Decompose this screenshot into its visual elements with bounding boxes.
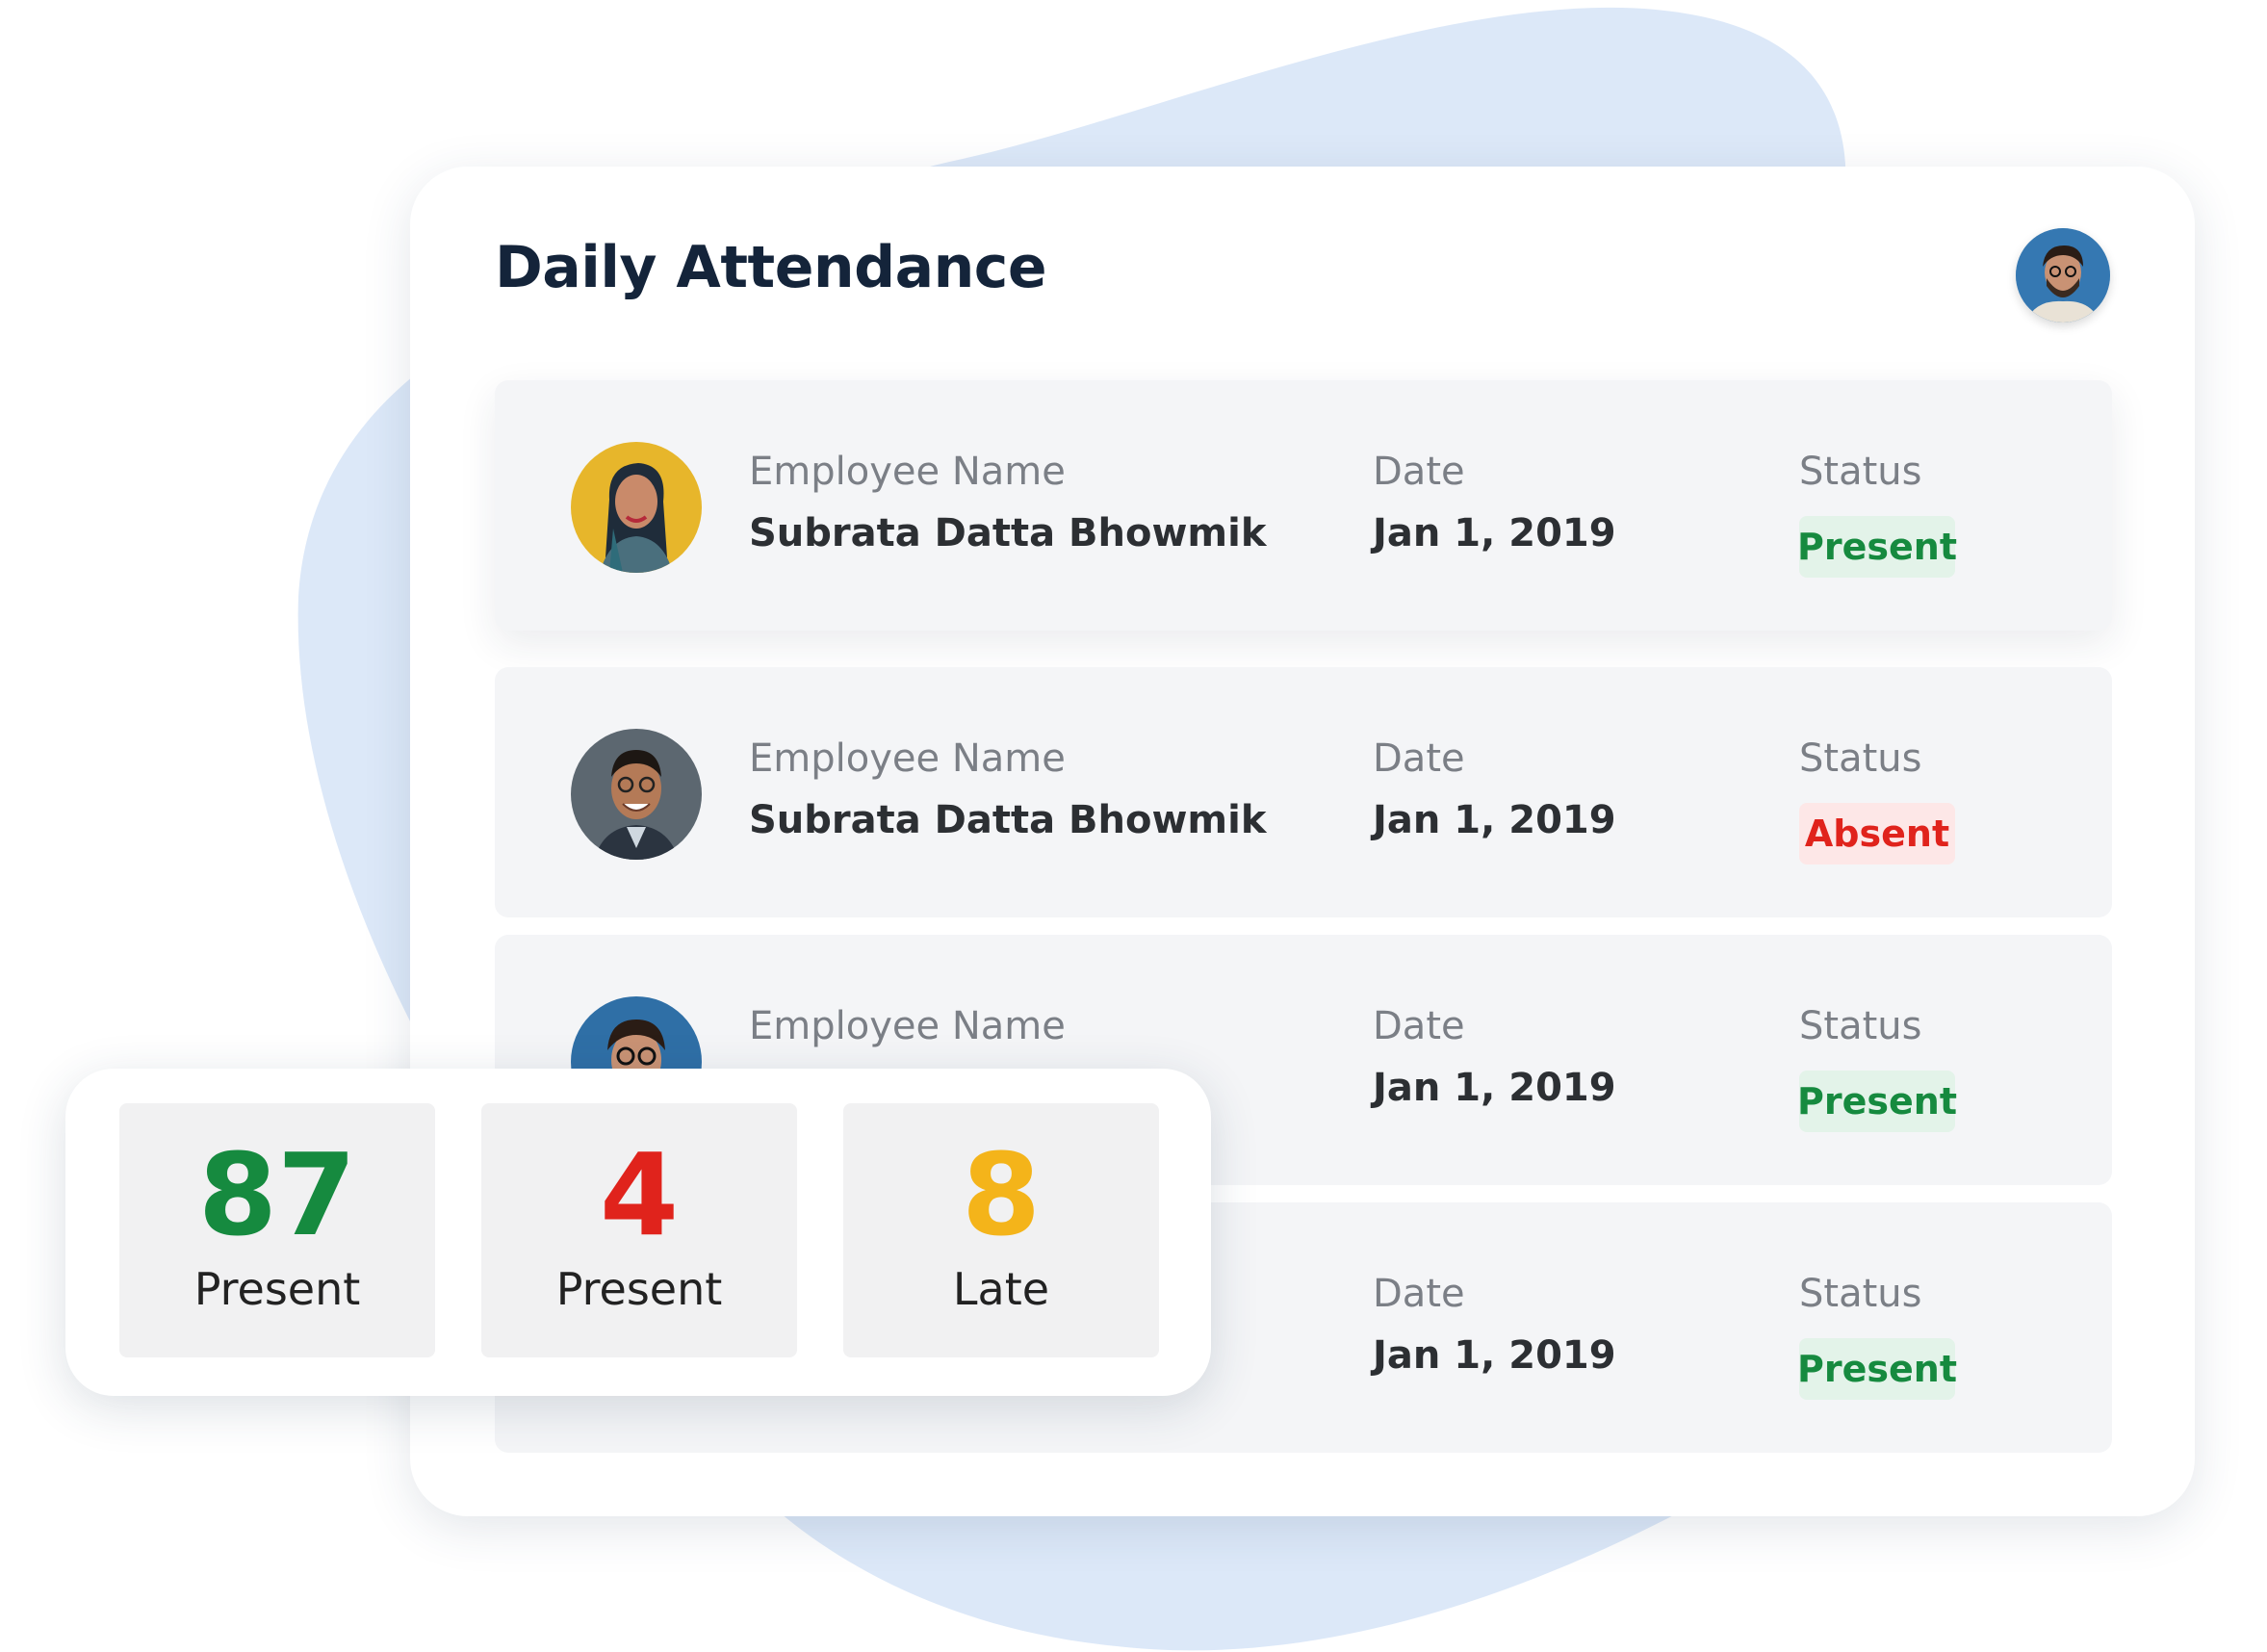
status-badge: Present xyxy=(1797,1071,1957,1132)
stat-value: 87 xyxy=(197,1128,357,1261)
stat-present: 87 Present xyxy=(119,1103,435,1357)
stat-late: 8 Late xyxy=(843,1103,1159,1357)
date-label: Date xyxy=(1373,736,1465,781)
employee-name-label: Employee Name xyxy=(749,450,1066,494)
employee-name: Subrata Datta Bhowmik xyxy=(749,511,1267,555)
attendance-row[interactable]: Employee Name Subrata Datta Bhowmik Date… xyxy=(495,380,2112,631)
woman-avatar xyxy=(571,442,702,573)
status-label: Status xyxy=(1799,1004,1922,1048)
stat-label: Present xyxy=(193,1263,361,1315)
date-label: Date xyxy=(1373,1004,1465,1048)
date-value: Jan 1, 2019 xyxy=(1373,1333,1616,1378)
stat-absent: 4 Present xyxy=(481,1103,797,1357)
employee-name-label: Employee Name xyxy=(749,1004,1066,1048)
stat-label: Present xyxy=(555,1263,723,1315)
user-avatar[interactable] xyxy=(2016,228,2110,323)
status-label: Status xyxy=(1799,736,1922,781)
date-value: Jan 1, 2019 xyxy=(1373,798,1616,842)
date-value: Jan 1, 2019 xyxy=(1373,511,1616,555)
employee-name: Subrata Datta Bhowmik xyxy=(749,798,1267,842)
summary-card: 87 Present 4 Present 8 Late xyxy=(65,1069,1211,1396)
status-badge: Present xyxy=(1797,516,1957,578)
date-label: Date xyxy=(1373,1272,1465,1316)
date-value: Jan 1, 2019 xyxy=(1373,1066,1616,1110)
stat-value: 4 xyxy=(599,1128,680,1261)
man-avatar xyxy=(571,729,702,860)
attendance-row[interactable]: Employee Name Subrata Datta Bhowmik Date… xyxy=(495,667,2112,917)
stat-value: 8 xyxy=(961,1128,1042,1261)
employee-name-label: Employee Name xyxy=(749,736,1066,781)
status-label: Status xyxy=(1799,450,1922,494)
status-badge: Absent xyxy=(1799,803,1955,865)
status-badge: Present xyxy=(1797,1338,1957,1400)
date-label: Date xyxy=(1373,450,1465,494)
page-title: Daily Attendance xyxy=(495,234,1047,301)
stat-label: Late xyxy=(952,1263,1050,1315)
status-label: Status xyxy=(1799,1272,1922,1316)
